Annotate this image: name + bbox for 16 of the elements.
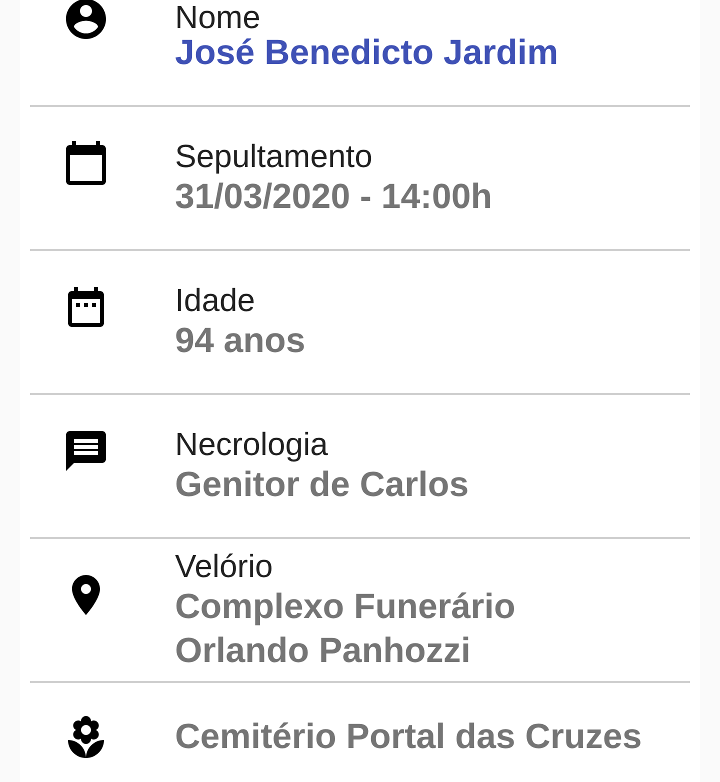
flower-icon <box>68 716 104 758</box>
field-value: Genitor de Carlos <box>175 464 470 506</box>
field-value: 31/03/2020 - 14:00h <box>175 176 494 218</box>
field-label: Nome <box>175 0 262 36</box>
field-value: Cemitério Portal das Cruzes <box>175 716 643 758</box>
field-label: Necrologia <box>175 425 329 463</box>
field-label: Idade <box>175 281 256 319</box>
calendar-icon <box>66 141 106 185</box>
field-label: Velório <box>175 547 274 585</box>
calendar-dots-icon <box>68 287 104 327</box>
field-value: Complexo Funerário Orlando Panhozzi <box>175 586 516 672</box>
field-value: José Benedicto Jardim <box>175 36 560 70</box>
chat-bubble-icon <box>66 431 106 471</box>
field-label: Sepultamento <box>175 137 374 175</box>
field-value: 94 anos <box>175 320 306 362</box>
location-pin-icon <box>72 575 100 615</box>
